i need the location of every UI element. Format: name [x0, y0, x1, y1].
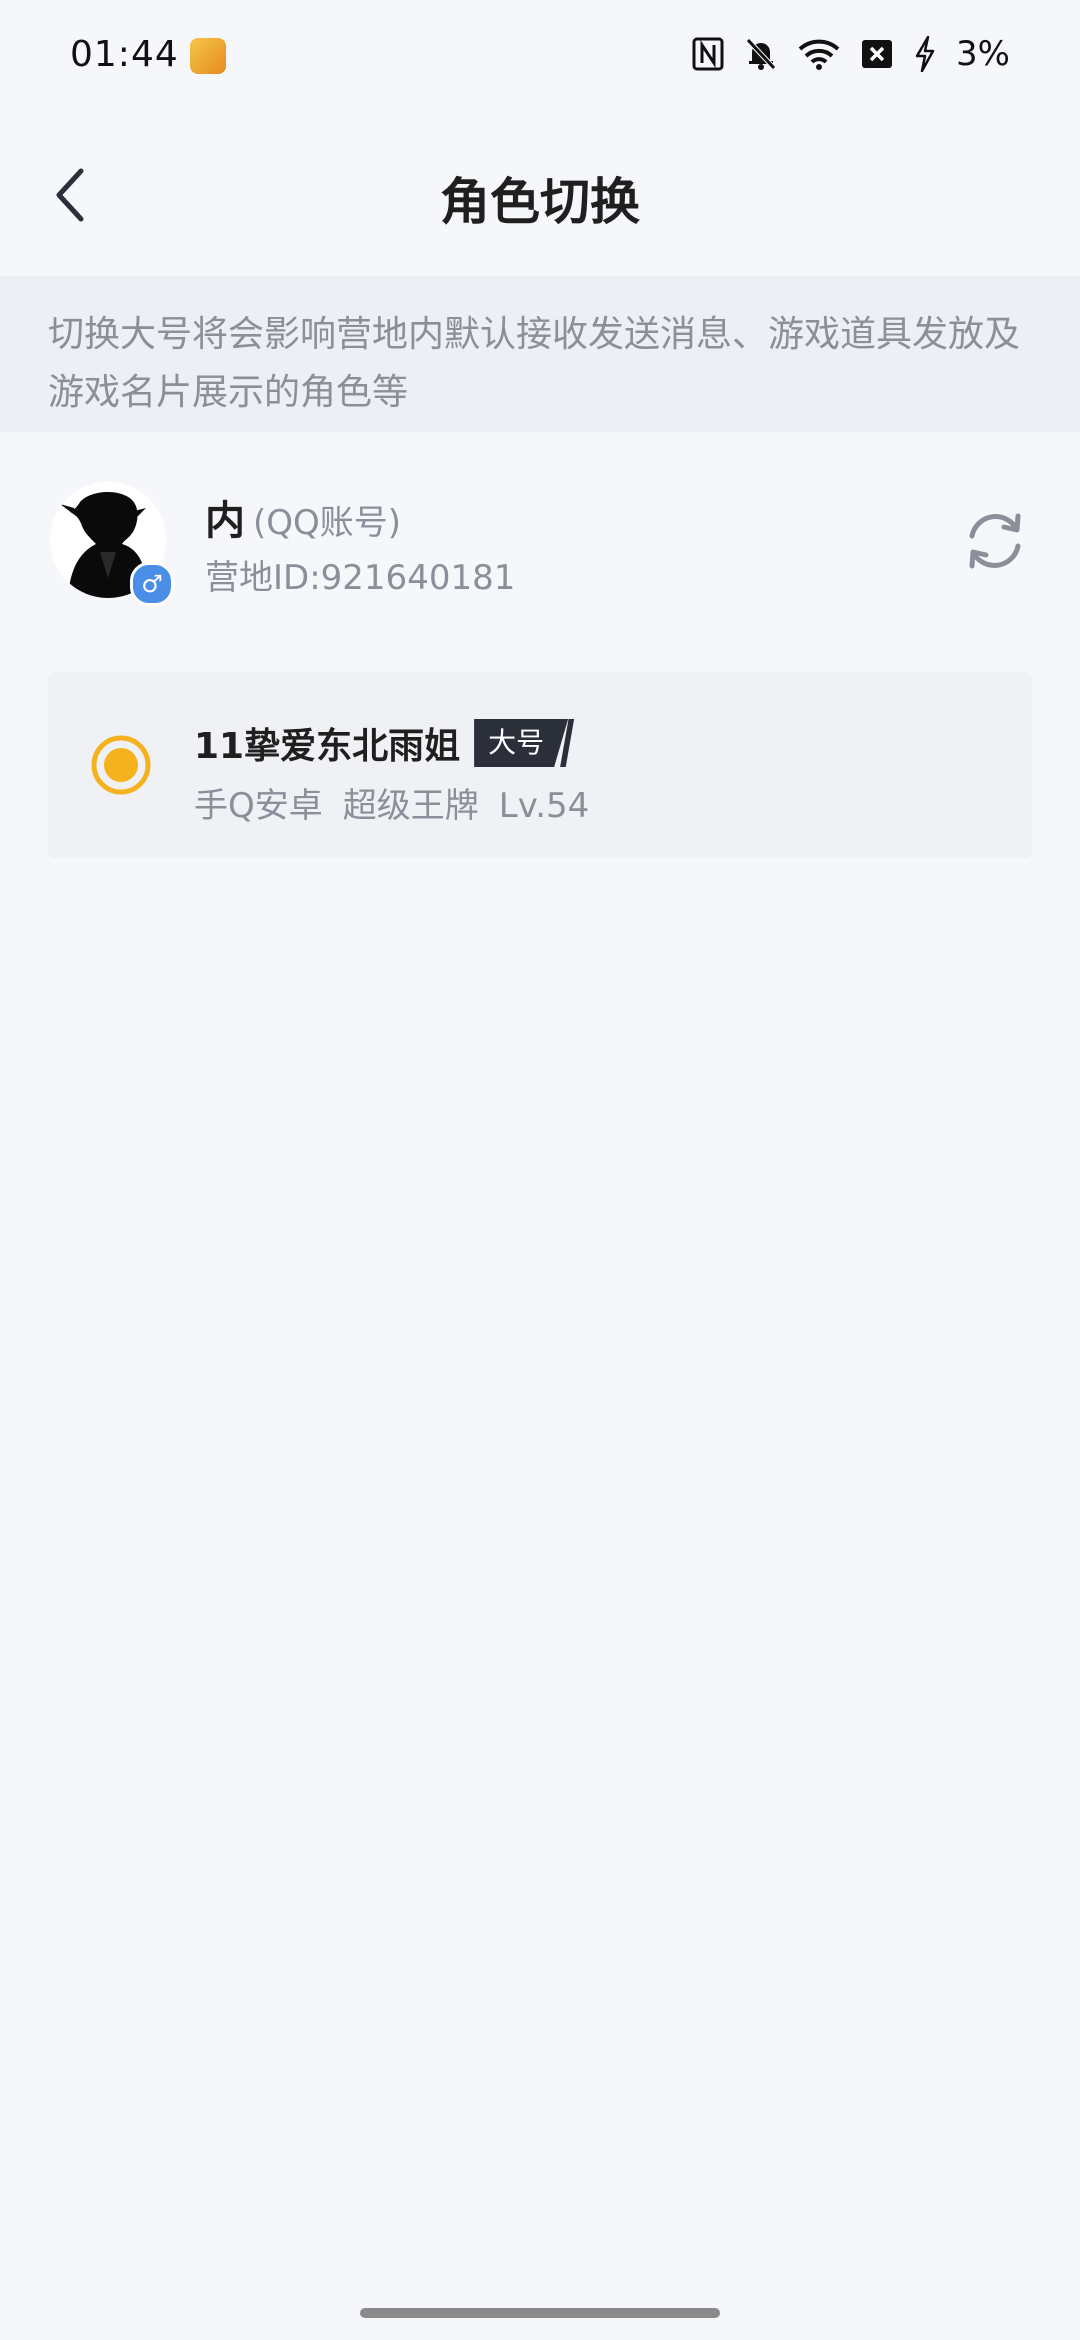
radio-selected-icon: [91, 735, 151, 795]
status-time: 01:44: [70, 34, 179, 75]
role-radio-selected[interactable]: [90, 734, 152, 796]
gender-male-icon: ♂: [130, 562, 174, 606]
home-indicator[interactable]: [360, 2308, 720, 2318]
wifi-icon: [798, 37, 840, 71]
role-rank: 超级王牌: [342, 786, 479, 826]
battery-percent: 3%: [956, 34, 1010, 74]
status-bar: 01:44 3%: [0, 0, 1080, 110]
sim-error-icon: [860, 39, 894, 69]
refresh-icon: [969, 513, 1021, 569]
nfc-icon: [692, 37, 724, 71]
role-platform: 手Q安卓: [194, 786, 323, 826]
charging-icon: [914, 36, 936, 72]
title-bar: 角色切换: [0, 110, 1080, 276]
status-icons: 3%: [692, 32, 1010, 76]
account-row: ♂ 内 (QQ账号) 营地ID:921640181: [0, 470, 1080, 610]
role-switch-screen: 01:44 3% 角色切换 切换大号将会影响营地内默认接收发送消息、游戏道具发放…: [0, 0, 1080, 2340]
account-type: (QQ账号): [253, 503, 402, 543]
role-name: 11挚爱东北雨姐: [194, 726, 461, 767]
notice-text: 切换大号将会影响营地内默认接收发送消息、游戏道具发放及游戏名片展示的角色等: [0, 276, 1080, 432]
bell-off-icon: [744, 36, 778, 72]
role-item[interactable]: 11挚爱东北雨姐 大号 手Q安卓 超级王牌 Lv.54: [48, 672, 1032, 858]
account-id: 营地ID:921640181: [205, 558, 516, 598]
role-name-line: 11挚爱东北雨姐 大号: [194, 717, 575, 769]
account-name: 内: [205, 498, 245, 544]
app-icon: [190, 38, 226, 74]
main-account-badge-label: 大号: [474, 719, 568, 767]
role-detail: 手Q安卓 超级王牌 Lv.54: [194, 778, 589, 827]
account-name-line: 内 (QQ账号): [205, 488, 401, 546]
refresh-button[interactable]: [960, 506, 1030, 576]
role-level: Lv.54: [498, 786, 590, 826]
page-title: 角色切换: [440, 173, 640, 231]
main-account-badge: 大号: [474, 719, 575, 767]
